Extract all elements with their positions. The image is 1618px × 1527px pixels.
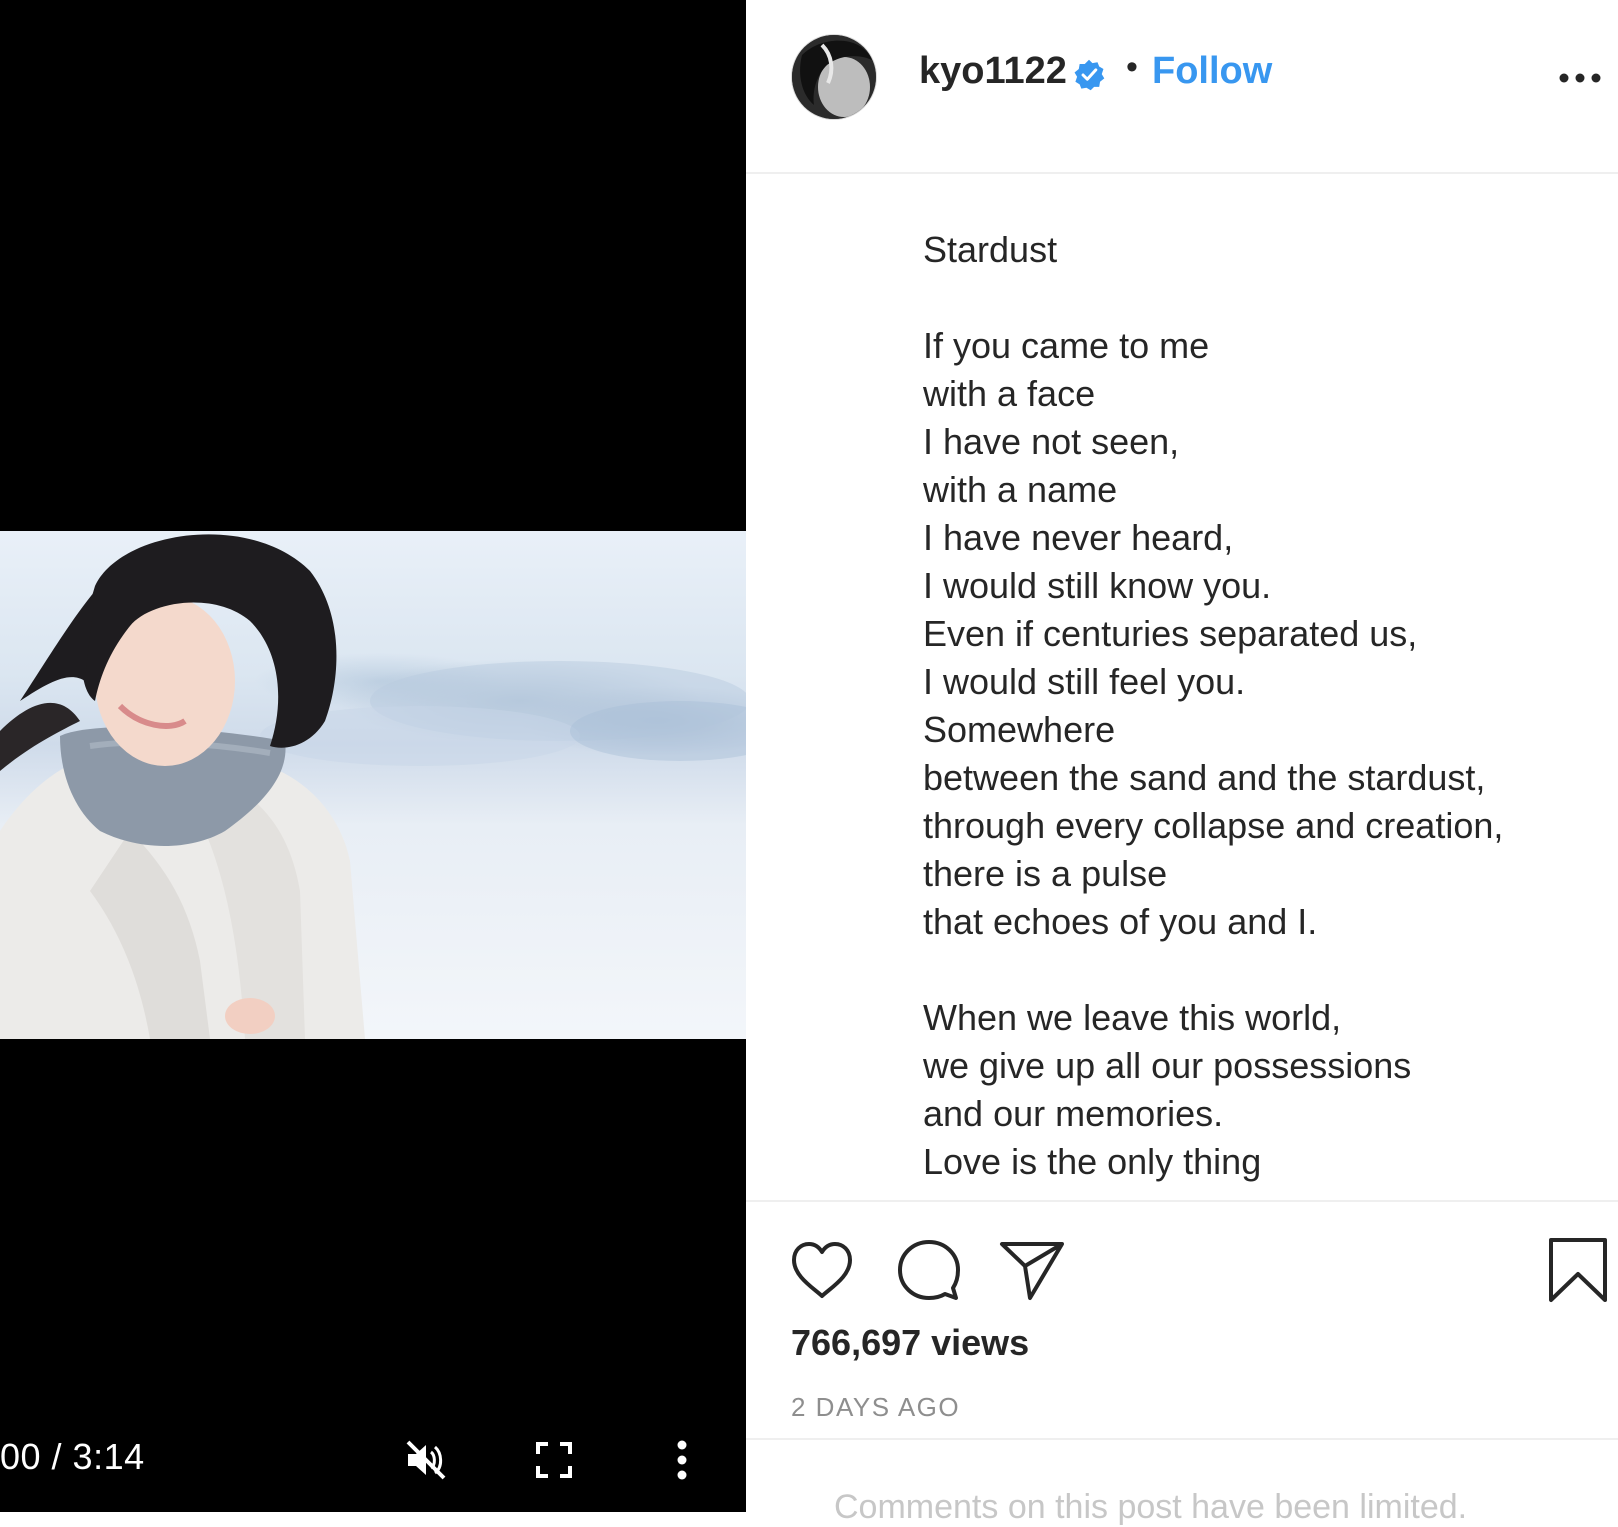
comment-button[interactable] (894, 1236, 962, 1304)
caption-line: Somewhere (923, 709, 1116, 750)
caption-line: I have never heard, (923, 517, 1234, 558)
post-timestamp[interactable]: 2 DAYS AGO (791, 1392, 960, 1423)
video-player[interactable]: 00 / 3:14 (0, 0, 746, 1512)
post-actions: 766,697 views 2 DAYS AGO (746, 1200, 1618, 1440)
caption-line: and our memories. (923, 1093, 1224, 1134)
caption-line: I would still feel you. (923, 661, 1246, 702)
like-button[interactable] (788, 1236, 856, 1304)
verified-badge-icon (1074, 59, 1105, 91)
fullscreen-icon (536, 1442, 572, 1478)
post-header: kyo1122 • Follow (746, 0, 1618, 174)
caption-line: When we leave this world, (923, 997, 1342, 1038)
comments-limited-notice: Comments on this post have been limited. (834, 1488, 1468, 1526)
caption-line: there is a pulse (923, 853, 1168, 894)
caption-line: through every collapse and creation, (923, 805, 1504, 846)
caption-line: I would still know you. (923, 565, 1272, 606)
mute-button[interactable] (402, 1436, 450, 1484)
share-button[interactable] (998, 1236, 1066, 1304)
horizontal-dots-icon[interactable] (1556, 70, 1604, 86)
caption-title: Stardust (923, 229, 1058, 270)
fullscreen-button[interactable] (530, 1436, 578, 1484)
separator-dot: • (1126, 48, 1138, 86)
bookmark-icon (1549, 1238, 1607, 1302)
caption-line: I have not seen, (923, 421, 1180, 462)
caption-line: with a name (923, 469, 1118, 510)
save-button[interactable] (1544, 1236, 1612, 1304)
caption-line: Even if centuries separated us, (923, 613, 1418, 654)
avatar[interactable] (791, 34, 877, 120)
comment-bubble-icon (898, 1240, 960, 1300)
post-caption: Stardust If you came to me with a face I… (746, 174, 1618, 1200)
username[interactable]: kyo1122 (919, 50, 1067, 93)
video-frame[interactable] (0, 531, 746, 1039)
caption-line: with a face (923, 373, 1096, 414)
caption-line: Love is the only thing (923, 1141, 1262, 1182)
paper-plane-icon (1000, 1242, 1064, 1300)
heart-icon (792, 1242, 852, 1298)
caption-line: If you came to me (923, 325, 1210, 366)
follow-button[interactable]: Follow (1152, 50, 1272, 93)
vertical-dots-icon (677, 1440, 687, 1480)
caption-line: between the sand and the stardust, (923, 757, 1486, 798)
caption-line: that echoes of you and I. (923, 901, 1318, 942)
video-still-image (0, 534, 746, 1039)
video-menu-button[interactable] (658, 1436, 706, 1484)
caption-line: we give up all our possessions (923, 1045, 1412, 1086)
view-count[interactable]: 766,697 views (791, 1322, 1029, 1364)
avatar-image (792, 35, 876, 119)
speaker-muted-icon (406, 1440, 446, 1480)
video-time-display: 00 / 3:14 (0, 1436, 145, 1477)
